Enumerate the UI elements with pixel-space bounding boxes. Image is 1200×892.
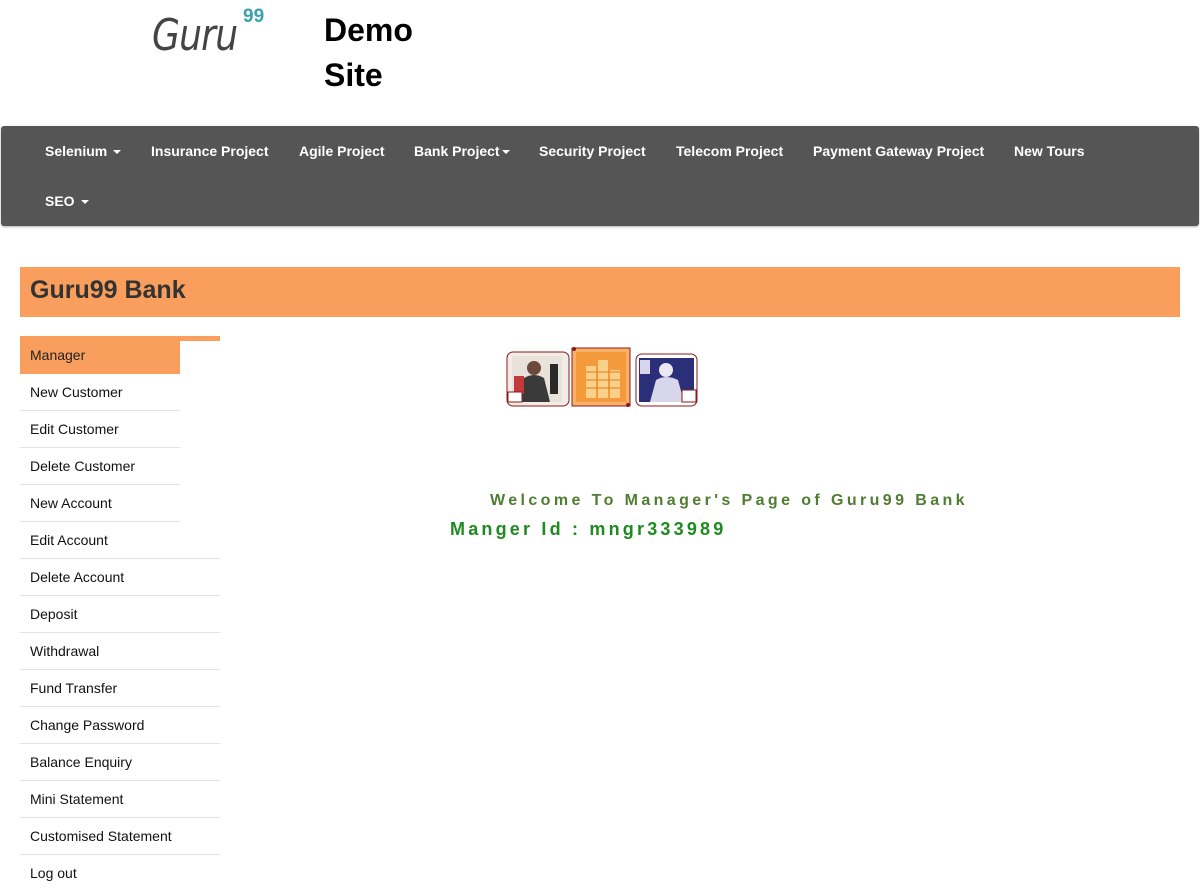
- sidebar-item-withdrawal[interactable]: Withdrawal: [20, 633, 220, 670]
- sidebar-item-label: Deposit: [30, 606, 78, 622]
- caret-down-icon: [501, 150, 510, 155]
- sidebar-item-deposit[interactable]: Deposit: [20, 596, 220, 633]
- sidebar-item-fund-transfer[interactable]: Fund Transfer: [20, 670, 220, 707]
- welcome-message: Welcome To Manager's Page of Guru99 Bank: [490, 492, 968, 509]
- sidebar-item-label: Balance Enquiry: [30, 754, 132, 770]
- site-title-line2: Site: [324, 57, 383, 93]
- nav-label: Payment Gateway Project: [813, 143, 985, 159]
- person-blue-image: [635, 353, 698, 407]
- nav-label: Selenium: [45, 143, 108, 159]
- sidebar-item-edit-account[interactable]: Edit Account: [20, 522, 220, 559]
- coins-image: [571, 347, 631, 407]
- logo-superscript: 99: [243, 6, 265, 27]
- sidebar-item-label: Fund Transfer: [30, 680, 118, 696]
- top-navbar: Selenium Insurance Project Agile Project…: [1, 126, 1199, 226]
- nav-label: Security Project: [539, 143, 646, 159]
- nav-insurance-project[interactable]: Insurance Project: [151, 143, 269, 159]
- sidebar-item-mini-statement[interactable]: Mini Statement: [20, 781, 220, 818]
- sidebar-item-label: Edit Customer: [30, 421, 119, 437]
- bank-banner-images: [506, 346, 698, 408]
- sidebar-item-label: Withdrawal: [30, 643, 100, 659]
- sidebar-item-label: Change Password: [30, 717, 145, 733]
- sidebar-item-delete-customer[interactable]: Delete Customer: [20, 448, 180, 485]
- sidebar-item-label: New Account: [30, 495, 112, 511]
- sidebar-item-label: Log out: [30, 865, 77, 881]
- bank-header-bar: Guru99 Bank: [20, 267, 1180, 317]
- sidebar-item-edit-customer[interactable]: Edit Customer: [20, 411, 180, 448]
- sidebar-item-label: Edit Account: [30, 532, 108, 548]
- sidebar-item-label: Delete Customer: [30, 458, 136, 474]
- nav-label: Bank Project: [414, 143, 500, 159]
- nav-new-tours[interactable]: New Tours: [1014, 143, 1085, 159]
- nav-selenium[interactable]: Selenium: [45, 143, 122, 159]
- guru99-logo[interactable]: Guru 99: [152, 6, 277, 66]
- bank-title: Guru99 Bank: [30, 276, 186, 304]
- nav-label: Insurance Project: [151, 143, 269, 159]
- sidebar-item-manager[interactable]: Manager: [20, 337, 180, 374]
- sidebar-item-label: New Customer: [30, 384, 123, 400]
- person-phone-image: [506, 351, 570, 407]
- nav-label: New Tours: [1014, 143, 1085, 159]
- banner-graphic: [506, 347, 698, 407]
- site-title: Demo Site: [324, 8, 444, 98]
- sidebar-item-delete-account[interactable]: Delete Account: [20, 559, 220, 596]
- nav-security-project[interactable]: Security Project: [539, 143, 646, 159]
- sidebar-item-new-customer[interactable]: New Customer: [20, 374, 180, 411]
- sidebar-item-new-account[interactable]: New Account: [20, 485, 180, 522]
- sidebar-item-label: Delete Account: [30, 569, 125, 585]
- nav-label: Telecom Project: [676, 143, 784, 159]
- logo-text: Guru: [152, 10, 238, 61]
- caret-down-icon: [80, 200, 89, 205]
- site-title-line1: Demo: [324, 12, 413, 48]
- nav-seo[interactable]: SEO: [45, 193, 89, 209]
- sidebar-item-label: Customised Statement: [30, 828, 172, 844]
- nav-payment-gateway-project[interactable]: Payment Gateway Project: [813, 143, 984, 159]
- nav-agile-project[interactable]: Agile Project: [299, 143, 385, 159]
- sidebar-item-label: Mini Statement: [30, 791, 124, 807]
- sidebar-item-change-password[interactable]: Change Password: [20, 707, 220, 744]
- manager-id-text: Manger Id : mngr333989: [450, 519, 727, 539]
- sidebar-item-label: Manager: [30, 347, 86, 363]
- sidebar-item-balance-enquiry[interactable]: Balance Enquiry: [20, 744, 220, 781]
- nav-label: Agile Project: [299, 143, 385, 159]
- nav-telecom-project[interactable]: Telecom Project: [676, 143, 783, 159]
- sidebar-item-customised-statement[interactable]: Customised Statement: [20, 818, 220, 855]
- nav-label: SEO: [45, 193, 75, 209]
- caret-down-icon: [113, 150, 122, 155]
- sidebar-item-log-out[interactable]: Log out: [20, 855, 220, 892]
- nav-bank-project[interactable]: Bank Project: [414, 143, 510, 159]
